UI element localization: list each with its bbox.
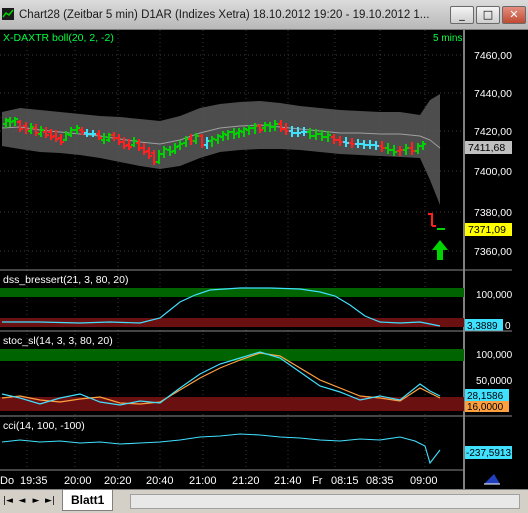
sheet-tab-bar: |◄ ◄ ► ►| Blatt1 [0,489,528,513]
dss-tick-100: 100,0000 [476,290,512,301]
price-tick-7440: 7440,00 [474,88,512,100]
window-title: Chart28 (Zeitbar 5 min) D1AR (Indizes Xe… [19,9,430,21]
time-label: 21:20 [232,475,260,487]
stoc-label: stoc_sl(14, 3, 3, 80, 20) [3,335,113,347]
stoc-tick-100: 100,0000 [476,350,512,361]
price-tick-7460: 7460,00 [474,50,512,62]
time-label: 19:35 [20,475,48,487]
time-label: 20:00 [64,475,92,487]
signal-price-label: 7371,09 [468,224,506,236]
next-sheet-button[interactable]: ► [30,493,42,509]
cci-label: cci(14, 100, -100) [3,420,85,432]
dss-label: dss_bressert(21, 3, 80, 20) [3,274,128,286]
price-tick-7400: 7400,00 [474,166,512,178]
time-label: 21:40 [274,475,302,487]
time-label: 20:40 [146,475,174,487]
horizontal-scrollbar[interactable] [130,494,520,509]
maximize-button[interactable]: □ [476,6,500,24]
price-tick-7420: 7420,00 [474,126,512,138]
stoc-d-value-label: 16,0000 [467,402,504,413]
close-button[interactable]: ✕ [502,6,526,24]
first-sheet-button[interactable]: |◄ [2,493,14,509]
price-tick-7360: 7360,00 [474,246,512,258]
price-tick-7380: 7380,00 [474,207,512,219]
chart-app-icon [2,8,14,20]
dss-value-label: 3,3889 [467,321,498,332]
dss-tick-0: 0 [505,321,511,332]
last-sheet-button[interactable]: ►| [44,493,56,509]
time-label: Do [0,475,14,487]
time-label: 08:15 [331,475,359,487]
sheet-tab-blatt1[interactable]: Blatt1 [62,490,114,511]
chart-window: Chart28 (Zeitbar 5 min) D1AR (Indizes Xe… [0,0,528,513]
time-label: 20:20 [104,475,132,487]
time-label: 08:35 [366,475,394,487]
cci-value-label: -237,5913 [466,448,511,459]
title-bar[interactable]: Chart28 (Zeitbar 5 min) D1AR (Indizes Xe… [0,0,528,30]
interval-label: 5 mins [433,33,462,44]
chart-canvas[interactable]: 7460,00 7440,00 7420,00 7400,00 7380,00 … [0,30,512,489]
stoc-k-value-label: 28,1586 [467,391,504,402]
prev-sheet-button[interactable]: ◄ [16,493,28,509]
stoc-tick-50: 50,0000 [476,376,512,387]
minimize-button[interactable]: _ [450,6,474,24]
time-label: 09:00 [410,475,438,487]
time-label: Fr [312,475,323,487]
time-label: 21:00 [189,475,217,487]
window-controls: _ □ ✕ [450,6,526,24]
main-indicator-label: X-DAXTR boll(20, 2, -2) [3,32,114,44]
last-price-label: 7411,68 [468,142,505,154]
